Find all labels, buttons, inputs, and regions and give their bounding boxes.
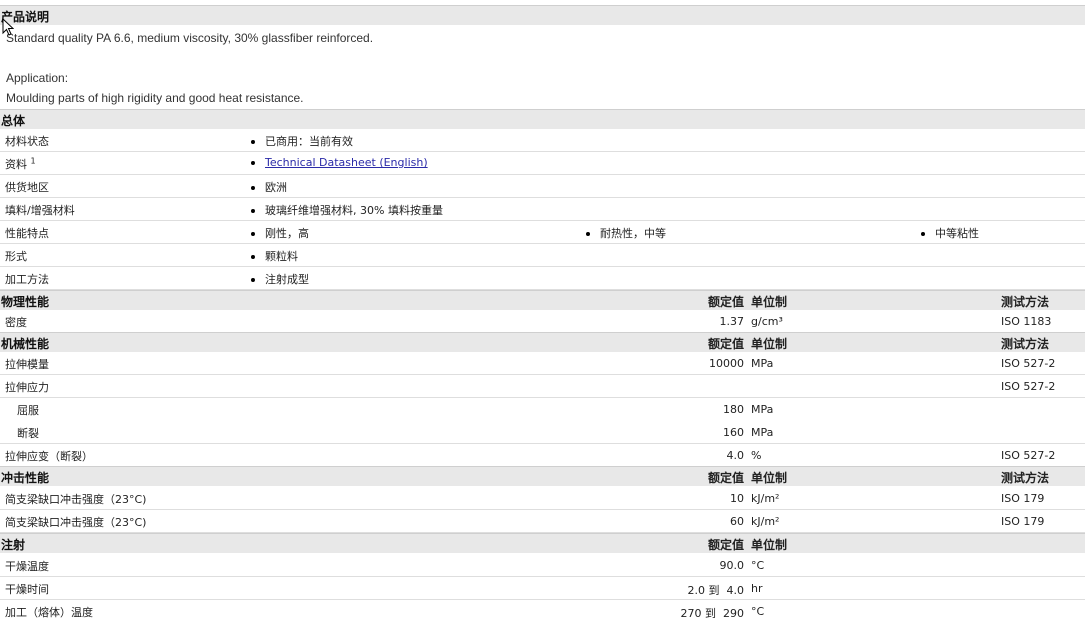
row-label: 干燥时间 — [5, 583, 49, 596]
row-unit: kJ/m² — [751, 515, 780, 528]
table-row: 供货地区 欧洲 — [0, 175, 1085, 198]
row-value: 4.0 — [726, 449, 745, 462]
table-row: 资料 1 Technical Datasheet (English) — [0, 152, 1085, 175]
row-unit: % — [751, 449, 762, 462]
row-value: 1.37 — [719, 315, 745, 328]
row-value: 欧洲 — [251, 179, 287, 195]
row-value: 玻璃纤维增强材料, 30% 填料按重量 — [251, 202, 443, 218]
table-row: 密度 1.37 g/cm³ ISO 1183 — [0, 310, 1085, 333]
section-header-general: 总体 — [0, 109, 1085, 129]
row-method: ISO 527-2 — [1001, 357, 1056, 370]
table-row: 断裂 160 MPa — [0, 421, 1085, 444]
column-nominal: 额定值 — [707, 337, 744, 351]
row-method: ISO 527-2 — [1001, 449, 1056, 462]
mouse-cursor-icon — [2, 18, 14, 36]
row-label: 性能特点 — [5, 227, 49, 240]
section-title: 物理性能 — [1, 295, 50, 309]
section-header-impact: 冲击性能 额定值 单位制 测试方法 — [0, 466, 1085, 486]
table-row: 屈服 180 MPa — [0, 398, 1085, 420]
table-row: 简支梁缺口冲击强度（23°C) 60 kJ/m² ISO 179 — [0, 510, 1085, 533]
row-value: 180 — [723, 403, 744, 416]
table-row: 干燥时间 2.0 到 4.0 hr — [0, 577, 1085, 600]
row-method: ISO 179 — [1001, 515, 1045, 528]
row-unit: g/cm³ — [751, 315, 783, 328]
row-label: 填料/增强材料 — [5, 204, 75, 217]
table-row: 填料/增强材料 玻璃纤维增强材料, 30% 填料按重量 — [0, 198, 1085, 221]
table-row: 拉伸应力 ISO 527-2 — [0, 375, 1085, 398]
application-label: Application: — [6, 71, 69, 85]
column-nominal: 额定值 — [707, 538, 744, 552]
row-label: 拉伸应变（断裂） — [5, 450, 93, 463]
table-row: 形式 颗粒料 — [0, 244, 1085, 267]
table-row: 拉伸模量 10000 MPa ISO 527-2 — [0, 352, 1085, 375]
section-title: 机械性能 — [1, 337, 50, 351]
section-title: 冲击性能 — [1, 471, 50, 485]
row-value: 270 到 290 — [680, 607, 744, 620]
table-row: 加工（熔体）温度 270 到 290 °C — [0, 600, 1085, 622]
row-value: 60 — [730, 515, 744, 528]
table-row: 材料状态 已商用：当前有效 — [0, 129, 1085, 152]
table-row: 拉伸应变（断裂） 4.0 % ISO 527-2 — [0, 444, 1085, 467]
section-title: 总体 — [1, 114, 26, 128]
row-value: 耐热性，中等 — [586, 225, 666, 241]
row-value: 90.0 — [719, 559, 745, 572]
row-label: 简支梁缺口冲击强度（23°C) — [5, 516, 147, 529]
row-unit: MPa — [751, 357, 774, 370]
row-value: 2.0 到 4.0 — [687, 584, 744, 597]
row-value: 颗粒料 — [251, 248, 298, 264]
section-title: 注射 — [1, 538, 26, 552]
table-row: 性能特点 刚性，高 耐热性，中等 中等粘性 — [0, 221, 1085, 244]
row-label: 拉伸模量 — [5, 358, 49, 371]
section-header-injection: 注射 额定值 单位制 — [0, 533, 1085, 553]
column-nominal: 额定值 — [707, 471, 744, 485]
row-label: 密度 — [5, 316, 27, 329]
row-method: ISO 179 — [1001, 492, 1045, 505]
row-unit: hr — [751, 582, 763, 595]
row-value: 注射成型 — [251, 271, 309, 287]
row-value: 10000 — [709, 357, 744, 370]
column-unit: 单位制 — [751, 471, 788, 485]
application-text: Moulding parts of high rigidity and good… — [6, 91, 304, 105]
row-label: 材料状态 — [5, 135, 49, 148]
section-header-description: 产品说明 — [0, 5, 1085, 25]
row-value: 已商用：当前有效 — [251, 133, 353, 149]
row-value: 10 — [730, 492, 744, 505]
row-value: 刚性，高 — [251, 225, 309, 241]
table-row: 简支梁缺口冲击强度（23°C) 10 kJ/m² ISO 179 — [0, 487, 1085, 510]
table-row: 干燥温度 90.0 °C — [0, 554, 1085, 577]
row-label: 简支梁缺口冲击强度（23°C) — [5, 493, 147, 506]
row-label: 加工方法 — [5, 273, 49, 286]
section-header-mechanical: 机械性能 额定值 单位制 测试方法 — [0, 332, 1085, 352]
row-label: 屈服 — [17, 404, 39, 417]
datasheet-link[interactable]: Technical Datasheet (English) — [265, 156, 428, 169]
row-unit: MPa — [751, 426, 774, 439]
row-unit: kJ/m² — [751, 492, 780, 505]
row-unit: °C — [751, 605, 765, 618]
row-value: 160 — [723, 426, 744, 439]
row-method: ISO 1183 — [1001, 315, 1052, 328]
row-unit: MPa — [751, 403, 774, 416]
column-unit: 单位制 — [751, 337, 788, 351]
row-label: 形式 — [5, 250, 27, 263]
column-method: 测试方法 — [1001, 295, 1050, 309]
table-row: 加工方法 注射成型 — [0, 267, 1085, 290]
row-label: 断裂 — [17, 427, 39, 440]
row-method: ISO 527-2 — [1001, 380, 1056, 393]
section-header-physical: 物理性能 额定值 单位制 测试方法 — [0, 290, 1085, 310]
row-value: 中等粘性 — [921, 225, 979, 241]
column-unit: 单位制 — [751, 295, 788, 309]
row-label: 加工（熔体）温度 — [5, 606, 93, 619]
column-method: 测试方法 — [1001, 337, 1050, 351]
row-label: 供货地区 — [5, 181, 49, 194]
column-method: 测试方法 — [1001, 471, 1050, 485]
row-unit: °C — [751, 559, 765, 572]
row-value: Technical Datasheet (English) — [251, 156, 428, 169]
row-label: 资料 1 — [5, 156, 36, 171]
column-nominal: 额定值 — [707, 295, 744, 309]
row-label: 拉伸应力 — [5, 381, 49, 394]
column-unit: 单位制 — [751, 538, 788, 552]
description-text: Standard quality PA 6.6, medium viscosit… — [6, 31, 374, 45]
row-label: 干燥温度 — [5, 560, 49, 573]
